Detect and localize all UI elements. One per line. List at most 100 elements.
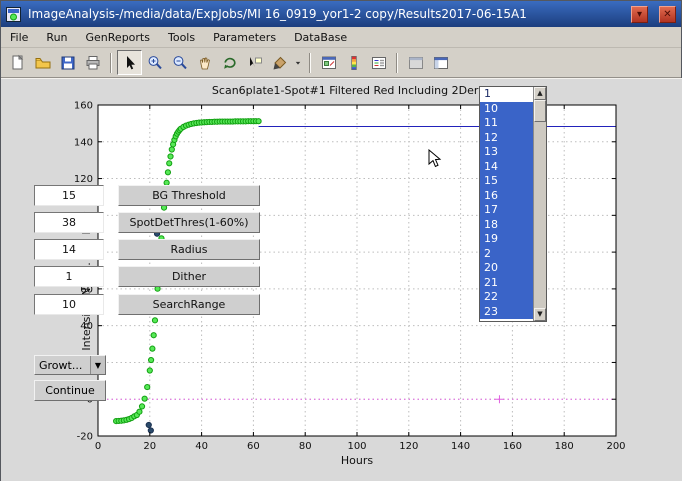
insert-legend-icon: [370, 54, 388, 72]
bg-threshold-field[interactable]: 15: [34, 185, 104, 206]
x-tick-label: 20: [143, 441, 156, 452]
growth-curve-point: [142, 396, 147, 401]
insert-legend-button[interactable]: [366, 50, 391, 75]
toolbar-separator: [309, 53, 311, 73]
growth-dropdown-label: Growt...: [35, 359, 90, 372]
zoom-out-button[interactable]: [167, 50, 192, 75]
x-tick-label: 200: [606, 441, 625, 452]
menu-run[interactable]: Run: [37, 27, 76, 47]
continue-button[interactable]: Continue: [34, 380, 106, 401]
scroll-down-icon[interactable]: ▼: [534, 308, 546, 321]
figure-palette-icon: [320, 54, 338, 72]
pointer-button[interactable]: [117, 50, 142, 75]
open-file-icon: [34, 54, 52, 72]
x-tick-label: 0: [95, 441, 101, 452]
spot-det-thres-field[interactable]: 38: [34, 212, 104, 233]
data-cursor-icon: [246, 54, 264, 72]
new-document-button[interactable]: [5, 50, 30, 75]
x-tick-label: 60: [247, 441, 260, 452]
spot-list-item-19[interactable]: 19: [480, 232, 533, 247]
insert-colorbar-icon: [345, 54, 363, 72]
radius-button[interactable]: Radius: [118, 239, 260, 260]
spot-list-item-1[interactable]: 1: [480, 87, 533, 102]
figure-area: 020406080100120140160180200-200204060801…: [1, 78, 682, 481]
growth-curve-point: [139, 404, 144, 409]
brush-menu-caret-icon: [293, 54, 303, 72]
spot-list-item-16[interactable]: 16: [480, 189, 533, 204]
figure-toolbar: [1, 48, 681, 78]
y-tick-label: 160: [74, 101, 93, 112]
scroll-up-icon[interactable]: ▲: [534, 87, 546, 100]
zoom-out-icon: [171, 54, 189, 72]
search-range-button[interactable]: SearchRange: [118, 294, 260, 315]
menu-parameters[interactable]: Parameters: [204, 27, 285, 47]
radius-field[interactable]: 14: [34, 239, 104, 260]
dither-button[interactable]: Dither: [118, 266, 260, 287]
x-tick-label: 80: [299, 441, 312, 452]
growth-curve-point: [165, 170, 170, 175]
dither-field[interactable]: 1: [34, 266, 104, 287]
close-button[interactable]: ✕: [659, 6, 676, 23]
zoom-in-button[interactable]: [142, 50, 167, 75]
chevron-down-icon[interactable]: ▼: [90, 356, 105, 374]
menu-tools[interactable]: Tools: [159, 27, 204, 47]
spot-list-item-17[interactable]: 17: [480, 203, 533, 218]
x-tick-label: 120: [399, 441, 418, 452]
scrollbar-thumb[interactable]: [534, 100, 546, 122]
pan-button[interactable]: [192, 50, 217, 75]
open-file-button[interactable]: [30, 50, 55, 75]
minimize-button[interactable]: ▾: [631, 6, 648, 23]
spot-list-item-12[interactable]: 12: [480, 131, 533, 146]
x-tick-label: 40: [195, 441, 208, 452]
spot-list-item-21[interactable]: 21: [480, 276, 533, 291]
brush-button[interactable]: [267, 50, 292, 75]
spot-list-item-20[interactable]: 20: [480, 261, 533, 276]
bg-threshold-button[interactable]: BG Threshold: [118, 185, 260, 206]
data-cursor-button[interactable]: [242, 50, 267, 75]
spot-list-item-2[interactable]: 2: [480, 247, 533, 262]
x-tick-label: 100: [347, 441, 366, 452]
save-icon: [59, 54, 77, 72]
menu-database[interactable]: DataBase: [285, 27, 356, 47]
titlebar[interactable]: ImageAnalysis-/media/data/ExpJobs/MI 16_…: [1, 1, 681, 27]
plot-title: Scan6plate1-Spot#1 Filtered Red Includin…: [212, 84, 502, 97]
scrollbar-track[interactable]: [534, 100, 546, 308]
print-button[interactable]: [80, 50, 105, 75]
app-icon: [6, 7, 21, 22]
spot-list-item-22[interactable]: 22: [480, 290, 533, 305]
growth-curve-point: [152, 318, 157, 323]
spot-list-item-14[interactable]: 14: [480, 160, 533, 175]
rotate-3d-icon: [221, 54, 239, 72]
brush-menu-caret-button[interactable]: [292, 50, 304, 75]
growth-dropdown[interactable]: Growt... ▼: [34, 355, 106, 375]
spot-list-item-15[interactable]: 15: [480, 174, 533, 189]
menu-file[interactable]: File: [1, 27, 37, 47]
growth-curve-point: [256, 119, 261, 124]
search-range-field[interactable]: 10: [34, 294, 104, 315]
growth-curve-point: [168, 154, 173, 159]
spot-list-scrollbar[interactable]: ▲ ▼: [533, 87, 546, 321]
second-deriv-points-point: [148, 428, 153, 433]
app-window: ImageAnalysis-/media/data/ExpJobs/MI 16_…: [0, 0, 682, 481]
show-plot-tools-icon: [432, 54, 450, 72]
rotate-3d-button[interactable]: [217, 50, 242, 75]
spot-list-item-11[interactable]: 11: [480, 116, 533, 131]
spot-list-item-10[interactable]: 10: [480, 102, 533, 117]
toolbar-separator: [110, 53, 112, 73]
save-button[interactable]: [55, 50, 80, 75]
menu-genreports[interactable]: GenReports: [77, 27, 159, 47]
x-axis-label: Hours: [341, 454, 373, 467]
growth-curve-point: [169, 147, 174, 152]
show-plot-tools-button[interactable]: [428, 50, 453, 75]
figure-palette-button[interactable]: [316, 50, 341, 75]
spot-list-item-13[interactable]: 13: [480, 145, 533, 160]
insert-colorbar-button[interactable]: [341, 50, 366, 75]
spot-list-item-23[interactable]: 23: [480, 305, 533, 320]
spot-det-thres-button[interactable]: SpotDetThres(1-60%): [118, 212, 260, 233]
window-title: ImageAnalysis-/media/data/ExpJobs/MI 16_…: [28, 7, 620, 21]
growth-curve-point: [167, 161, 172, 166]
second-deriv-points-point: [146, 422, 151, 427]
pan-icon: [196, 54, 214, 72]
hide-plot-tools-button[interactable]: [403, 50, 428, 75]
spot-list-item-18[interactable]: 18: [480, 218, 533, 233]
